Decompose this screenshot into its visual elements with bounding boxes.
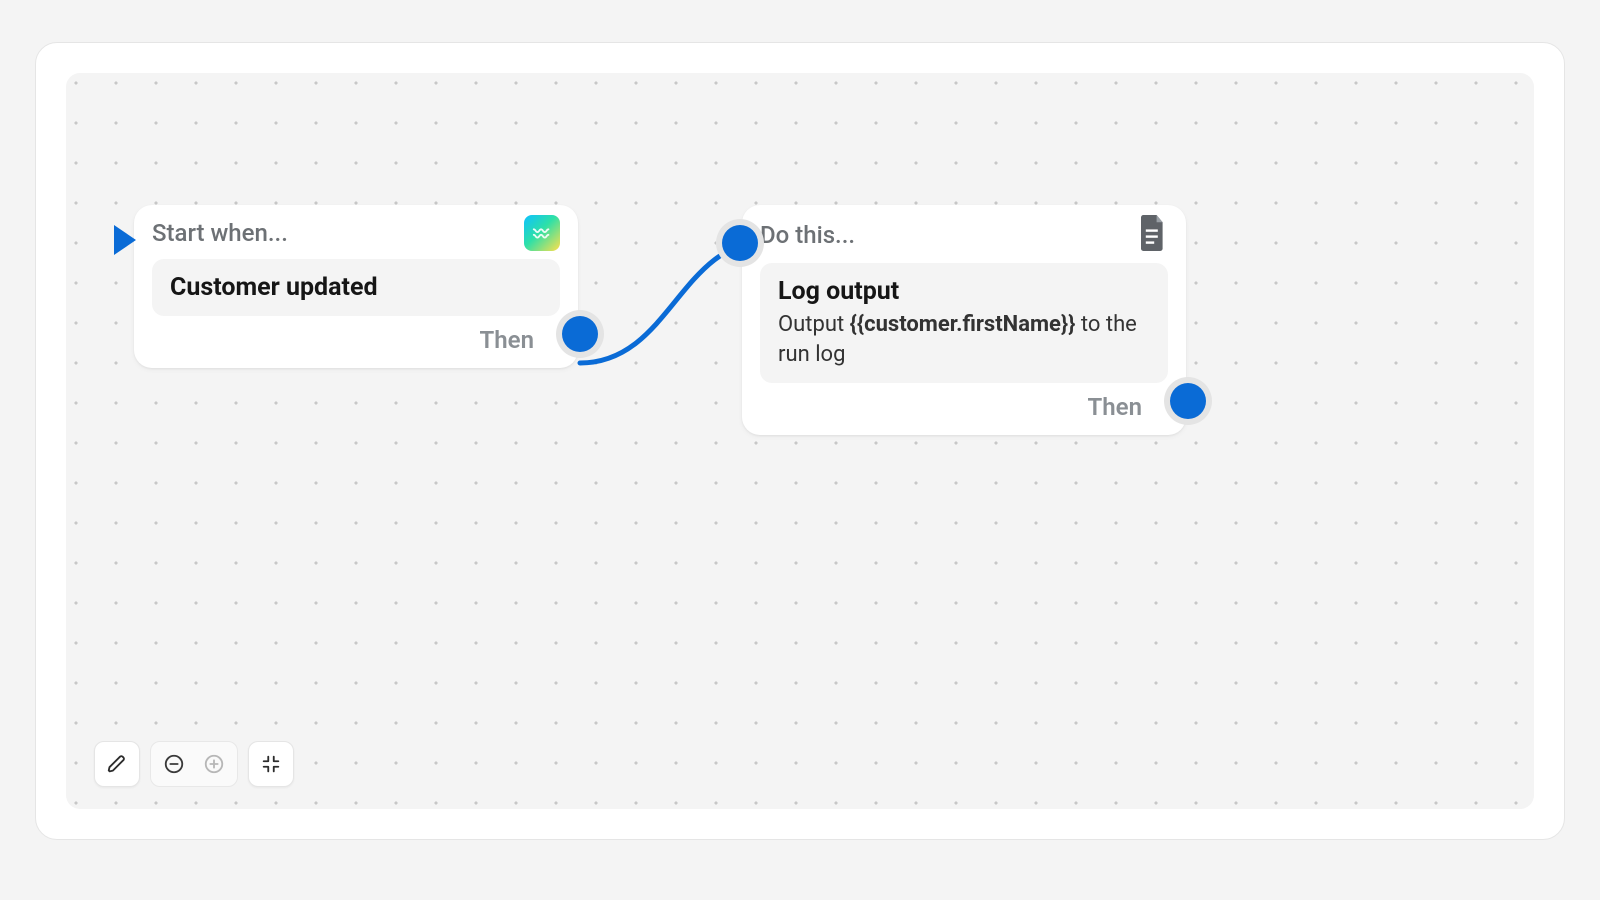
action-title: Log output (778, 277, 1150, 306)
zoom-in-button (197, 747, 231, 781)
action-card-header: Do this... (742, 205, 1186, 261)
workflow-panel: Start when... Customer updated Then (35, 42, 1565, 840)
zoom-in-icon (203, 753, 225, 775)
canvas-toolbar (94, 741, 294, 787)
trigger-header-label: Start when... (152, 219, 288, 247)
action-card-body: Log output Output {{customer.firstName}}… (760, 263, 1168, 383)
action-input-port[interactable] (722, 225, 758, 261)
action-desc-prefix: Output (778, 312, 850, 337)
action-description: Output {{customer.firstName}} to the run… (778, 310, 1150, 369)
play-icon (114, 225, 136, 255)
action-desc-variable: {{customer.firstName}} (850, 312, 1076, 337)
action-card-footer: Then (742, 383, 1186, 435)
edit-button[interactable] (94, 741, 140, 787)
app-frame: Start when... Customer updated Then (0, 0, 1600, 900)
action-header-label: Do this... (760, 221, 855, 249)
pencil-icon (106, 753, 128, 775)
wave-app-icon (524, 215, 560, 251)
action-output-port[interactable] (1170, 383, 1206, 419)
document-icon (1138, 215, 1168, 255)
fit-view-button[interactable] (248, 741, 294, 787)
trigger-card-header: Start when... (134, 205, 578, 257)
trigger-output-port[interactable] (562, 316, 598, 352)
action-then-label: Then (1088, 393, 1142, 421)
workflow-canvas[interactable]: Start when... Customer updated Then (66, 73, 1534, 809)
minimize-icon (260, 753, 282, 775)
trigger-then-label: Then (480, 326, 534, 354)
trigger-card-footer: Then (134, 316, 578, 368)
action-card[interactable]: Do this... Log output Outp (742, 205, 1186, 435)
zoom-out-icon (163, 753, 185, 775)
zoom-out-button[interactable] (157, 747, 191, 781)
trigger-title: Customer updated (170, 273, 542, 302)
trigger-card[interactable]: Start when... Customer updated Then (134, 205, 578, 368)
zoom-group (150, 741, 238, 787)
trigger-card-body: Customer updated (152, 259, 560, 316)
